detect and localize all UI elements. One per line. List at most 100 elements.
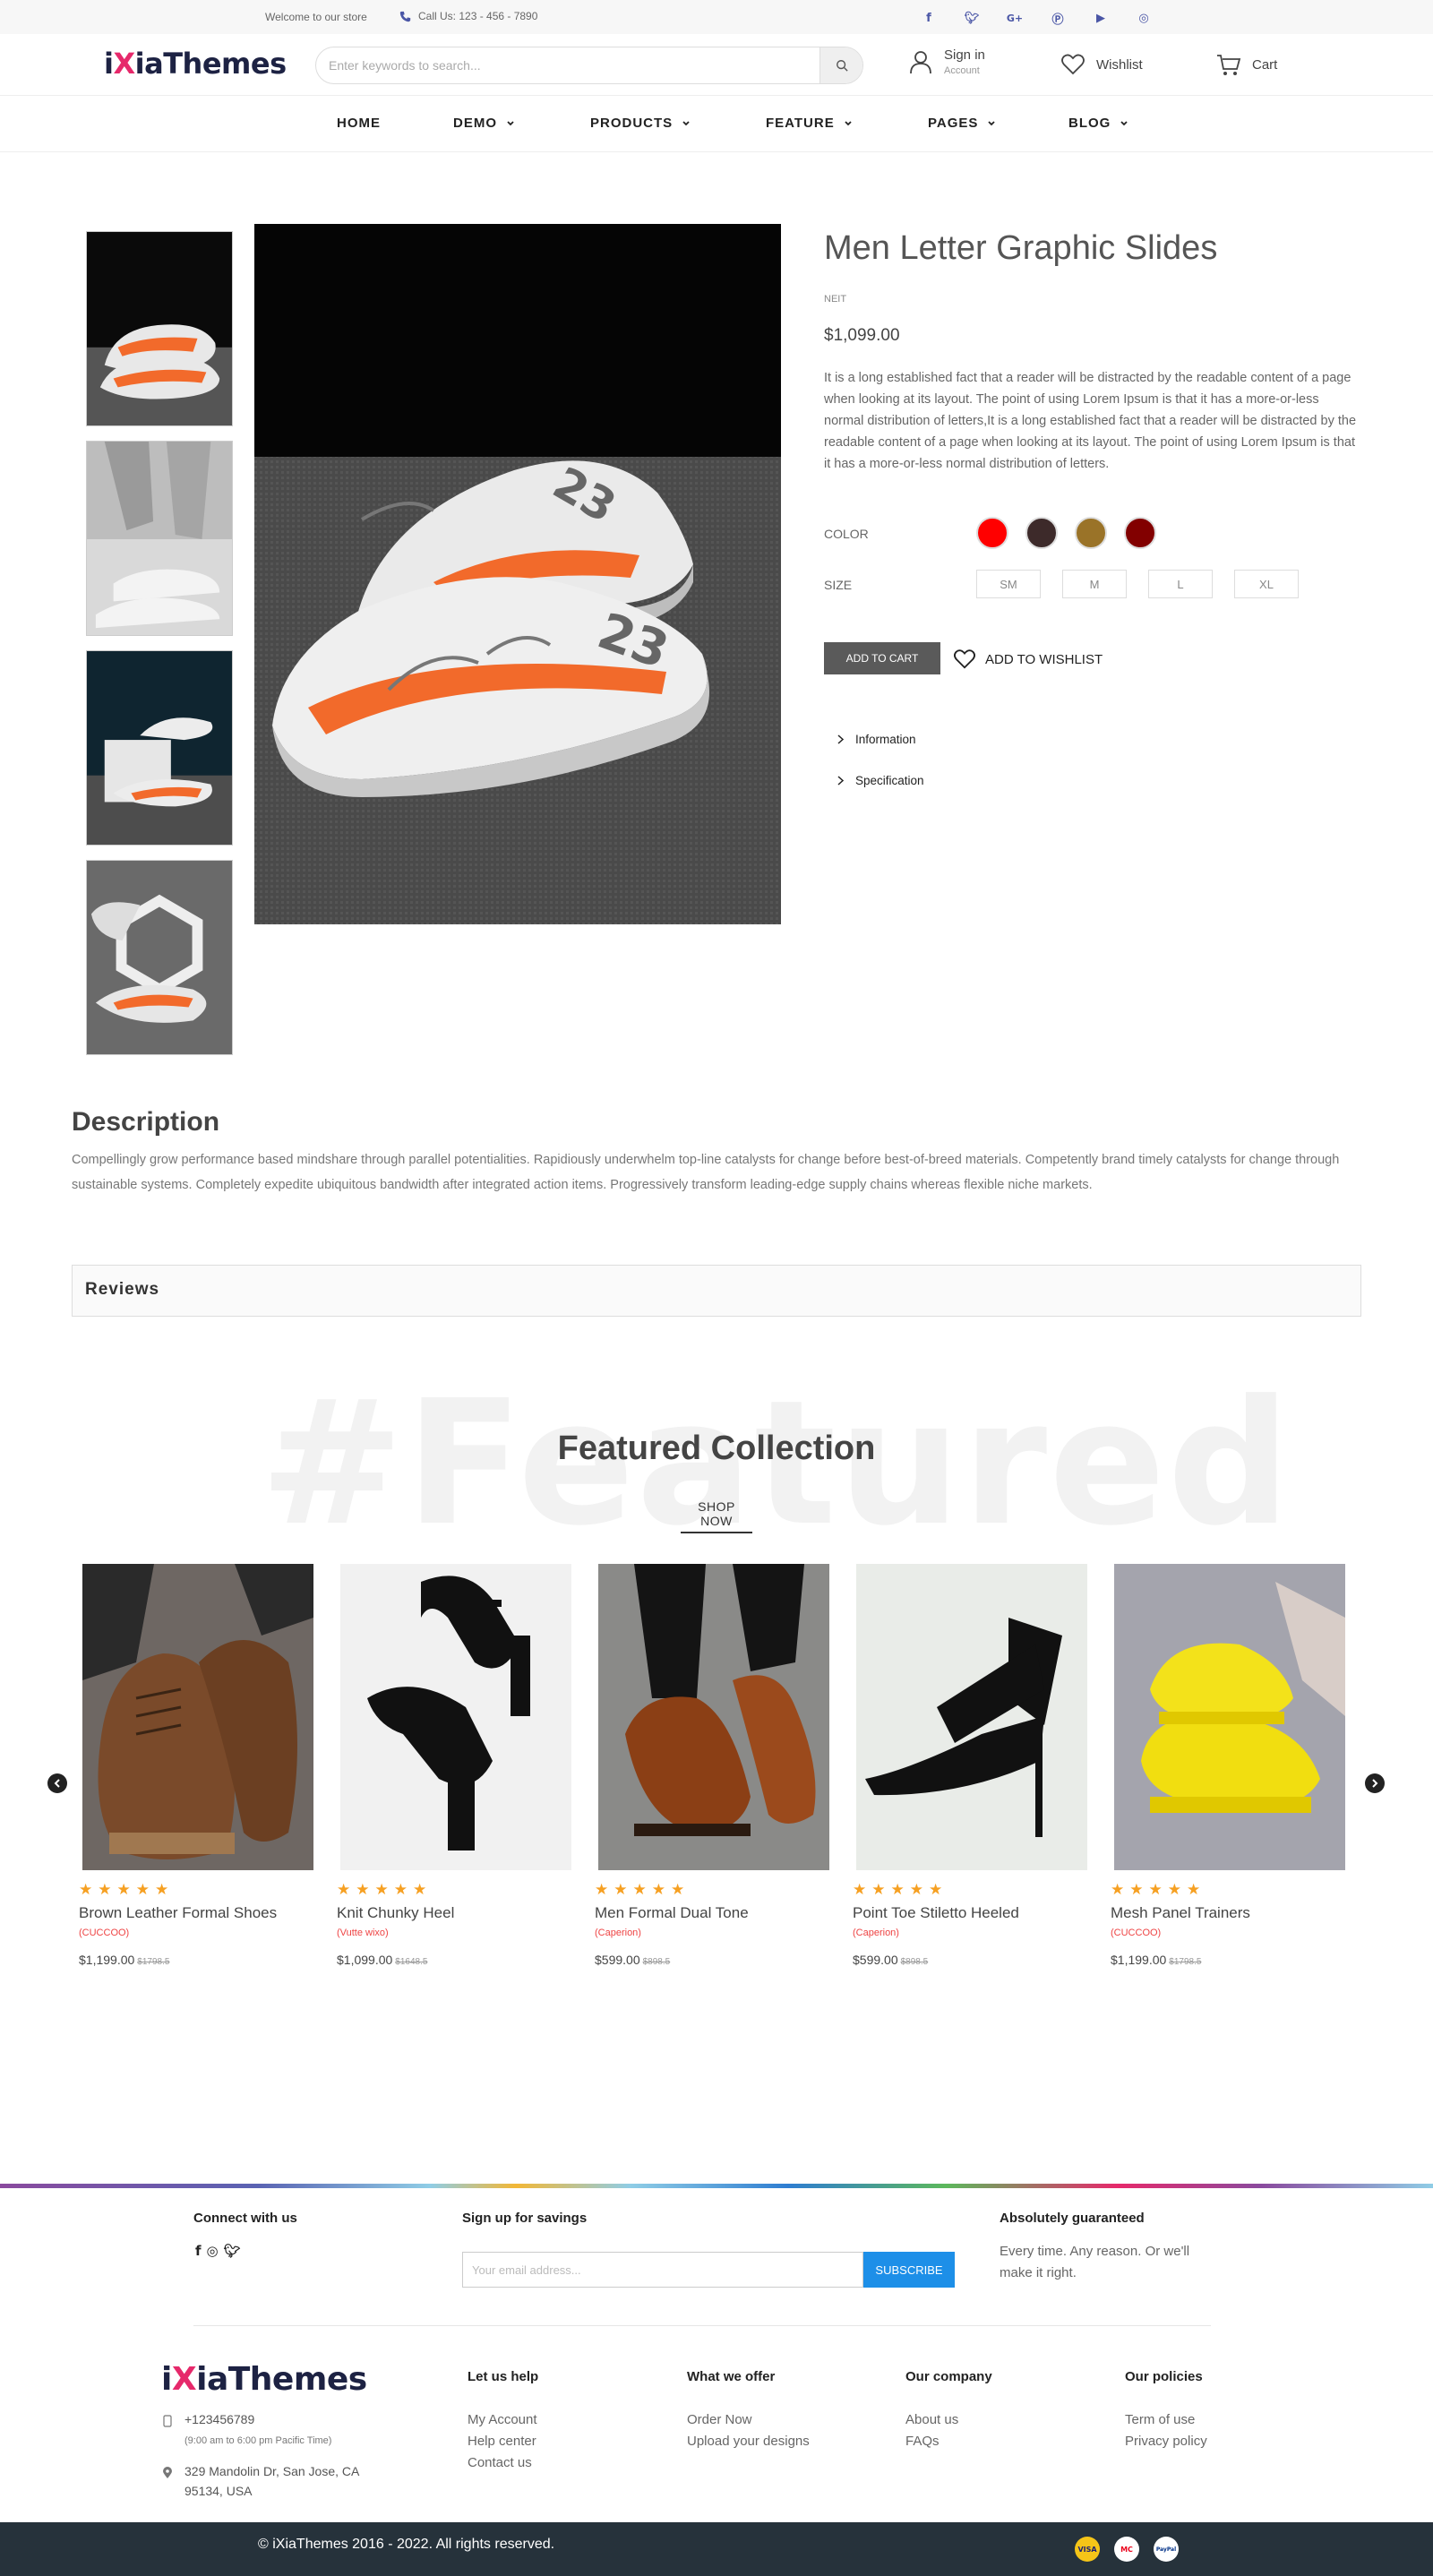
site-logo[interactable]: iXiaThemes bbox=[104, 47, 287, 81]
heart-icon bbox=[954, 649, 975, 669]
footer-logo[interactable]: iXiaThemes bbox=[161, 2361, 367, 2398]
subscribe-button[interactable]: SUBSCRIBE bbox=[863, 2252, 955, 2288]
color-swatch[interactable] bbox=[1124, 517, 1156, 549]
shop-now-link[interactable]: SHOP NOW bbox=[681, 1499, 752, 1533]
footer-link[interactable]: Privacy policy bbox=[1125, 2431, 1207, 2452]
search-button[interactable] bbox=[819, 47, 862, 83]
footer-link[interactable]: FAQs bbox=[905, 2431, 958, 2452]
facebook-icon[interactable]: f bbox=[195, 2243, 202, 2259]
footer-link[interactable]: Help center bbox=[468, 2431, 537, 2452]
rating-stars: ★ ★ ★ ★ ★ bbox=[79, 1881, 312, 1899]
footer-link[interactable]: Contact us bbox=[468, 2452, 537, 2474]
footer-link[interactable]: Term of use bbox=[1125, 2409, 1207, 2431]
product-name[interactable]: Brown Leather Formal Shoes bbox=[79, 1904, 312, 1922]
social-links: f 🐦︎ G+ Ⓟ ▶ ◎ bbox=[921, 10, 1152, 27]
star-icon: ★ bbox=[135, 1881, 150, 1899]
size-option[interactable]: SM bbox=[976, 570, 1041, 598]
star-icon: ★ bbox=[374, 1881, 389, 1899]
product-card[interactable]: ★ ★ ★ ★ ★ Point Toe Stiletto Heeled (Caperio… bbox=[853, 1564, 1087, 1967]
star-icon: ★ bbox=[871, 1881, 886, 1899]
newsletter-email-input[interactable] bbox=[462, 2252, 863, 2288]
twitter-icon[interactable]: 🐦︎ bbox=[964, 10, 980, 26]
product-image[interactable] bbox=[598, 1564, 829, 1870]
reviews-tab[interactable]: Reviews bbox=[72, 1265, 1361, 1317]
product-thumbnail[interactable] bbox=[86, 231, 233, 426]
product-price: $599.00 bbox=[853, 1953, 898, 1967]
nav-home[interactable]: HOME bbox=[337, 116, 381, 131]
product-card[interactable]: ★ ★ ★ ★ ★ Knit Chunky Heel (Vutte wixo) $1,0… bbox=[337, 1564, 571, 1967]
search-input[interactable] bbox=[316, 58, 819, 73]
product-name[interactable]: Knit Chunky Heel bbox=[337, 1904, 570, 1922]
product-image[interactable] bbox=[82, 1564, 313, 1870]
color-swatch[interactable] bbox=[1025, 517, 1058, 549]
color-swatch[interactable] bbox=[1075, 517, 1107, 549]
footer-guarantee-title: Absolutely guaranteed bbox=[1000, 2211, 1145, 2226]
wishlist-link[interactable]: Wishlist bbox=[1060, 52, 1143, 77]
footer-bottom-bar bbox=[0, 2522, 1433, 2576]
pinterest-icon[interactable]: Ⓟ bbox=[1050, 10, 1066, 27]
size-options: SM M L XL bbox=[976, 570, 1299, 598]
product-vendor: (Vutte wixo) bbox=[337, 1928, 389, 1938]
product-image[interactable] bbox=[1114, 1564, 1345, 1870]
footer-link[interactable]: My Account bbox=[468, 2409, 537, 2431]
product-card[interactable]: ★ ★ ★ ★ ★ Men Formal Dual Tone (Caperion) $5… bbox=[595, 1564, 829, 1967]
nav-label: PRODUCTS bbox=[590, 116, 674, 131]
footer-col-links: About us FAQs bbox=[905, 2409, 958, 2452]
accordion-specification[interactable]: Specification bbox=[837, 774, 924, 787]
product-image[interactable] bbox=[340, 1564, 571, 1870]
accordion-label: Specification bbox=[855, 774, 924, 787]
product-prices: $599.00 $898.5 bbox=[853, 1953, 1085, 1967]
nav-demo[interactable]: DEMO bbox=[453, 116, 515, 131]
top-bar: Welcome to our store Call Us: 123 - 456 … bbox=[0, 0, 1433, 34]
footer-col-links: Order Now Upload your designs bbox=[687, 2409, 810, 2452]
accordion-information[interactable]: Information bbox=[837, 733, 916, 746]
product-image[interactable] bbox=[856, 1564, 1087, 1870]
nav-pages[interactable]: PAGES bbox=[928, 116, 996, 131]
add-to-wishlist-button[interactable]: ADD TO WISHLIST bbox=[953, 648, 1103, 670]
product-name[interactable]: Point Toe Stiletto Heeled bbox=[853, 1904, 1085, 1922]
add-to-cart-button[interactable]: ADD TO CART bbox=[824, 642, 940, 674]
instagram-icon[interactable]: ◎ bbox=[1136, 10, 1152, 26]
footer-link[interactable]: About us bbox=[905, 2409, 958, 2431]
star-icon: ★ bbox=[393, 1881, 408, 1899]
size-option[interactable]: L bbox=[1148, 570, 1213, 598]
nav-feature[interactable]: FEATURE bbox=[766, 116, 853, 131]
star-icon: ★ bbox=[1167, 1881, 1181, 1899]
size-option[interactable]: XL bbox=[1234, 570, 1299, 598]
youtube-icon[interactable]: ▶ bbox=[1093, 10, 1109, 26]
cart-link[interactable]: Cart bbox=[1216, 52, 1277, 77]
rating-stars: ★ ★ ★ ★ ★ bbox=[1111, 1881, 1343, 1899]
chevron-right-icon bbox=[837, 776, 845, 786]
product-old-price: $898.5 bbox=[642, 1957, 671, 1967]
instagram-icon[interactable]: ◎ bbox=[207, 2243, 219, 2259]
description-title: Description bbox=[72, 1107, 220, 1137]
product-thumbnail[interactable] bbox=[86, 441, 233, 636]
heart-icon bbox=[1061, 54, 1085, 75]
product-name[interactable]: Mesh Panel Trainers bbox=[1111, 1904, 1343, 1922]
footer-link[interactable]: Order Now bbox=[687, 2409, 810, 2431]
product-price: $1,199.00 bbox=[1111, 1953, 1167, 1967]
product-thumbnail[interactable] bbox=[86, 650, 233, 846]
product-thumbnail[interactable] bbox=[86, 860, 233, 1055]
twitter-icon[interactable]: 🐦︎ bbox=[224, 2243, 241, 2259]
star-icon: ★ bbox=[1187, 1881, 1201, 1899]
footer-link[interactable]: Upload your designs bbox=[687, 2431, 810, 2452]
carousel-next-button[interactable] bbox=[1365, 1773, 1385, 1793]
nav-products[interactable]: PRODUCTS bbox=[590, 116, 691, 131]
product-card[interactable]: ★ ★ ★ ★ ★ Mesh Panel Trainers (CUCCOO) $1,19… bbox=[1111, 1564, 1345, 1967]
footer-col-title: Our company bbox=[905, 2369, 992, 2384]
facebook-icon[interactable]: f bbox=[921, 10, 937, 26]
product-price: $599.00 bbox=[595, 1953, 640, 1967]
size-option[interactable]: M bbox=[1062, 570, 1127, 598]
product-name[interactable]: Men Formal Dual Tone bbox=[595, 1904, 828, 1922]
nav-label: DEMO bbox=[453, 116, 497, 131]
search-bar bbox=[315, 47, 863, 84]
footer-col-links: My Account Help center Contact us bbox=[468, 2409, 537, 2474]
signin-link[interactable]: Sign in Account bbox=[908, 47, 985, 77]
google-plus-icon[interactable]: G+ bbox=[1007, 10, 1023, 26]
carousel-prev-button[interactable] bbox=[47, 1773, 67, 1793]
product-main-image[interactable]: 23 23 bbox=[254, 224, 781, 924]
color-swatch[interactable] bbox=[976, 517, 1008, 549]
product-card[interactable]: ★ ★ ★ ★ ★ Brown Leather Formal Shoes (CUCCOO… bbox=[79, 1564, 313, 1967]
nav-blog[interactable]: BLOG bbox=[1068, 116, 1128, 131]
